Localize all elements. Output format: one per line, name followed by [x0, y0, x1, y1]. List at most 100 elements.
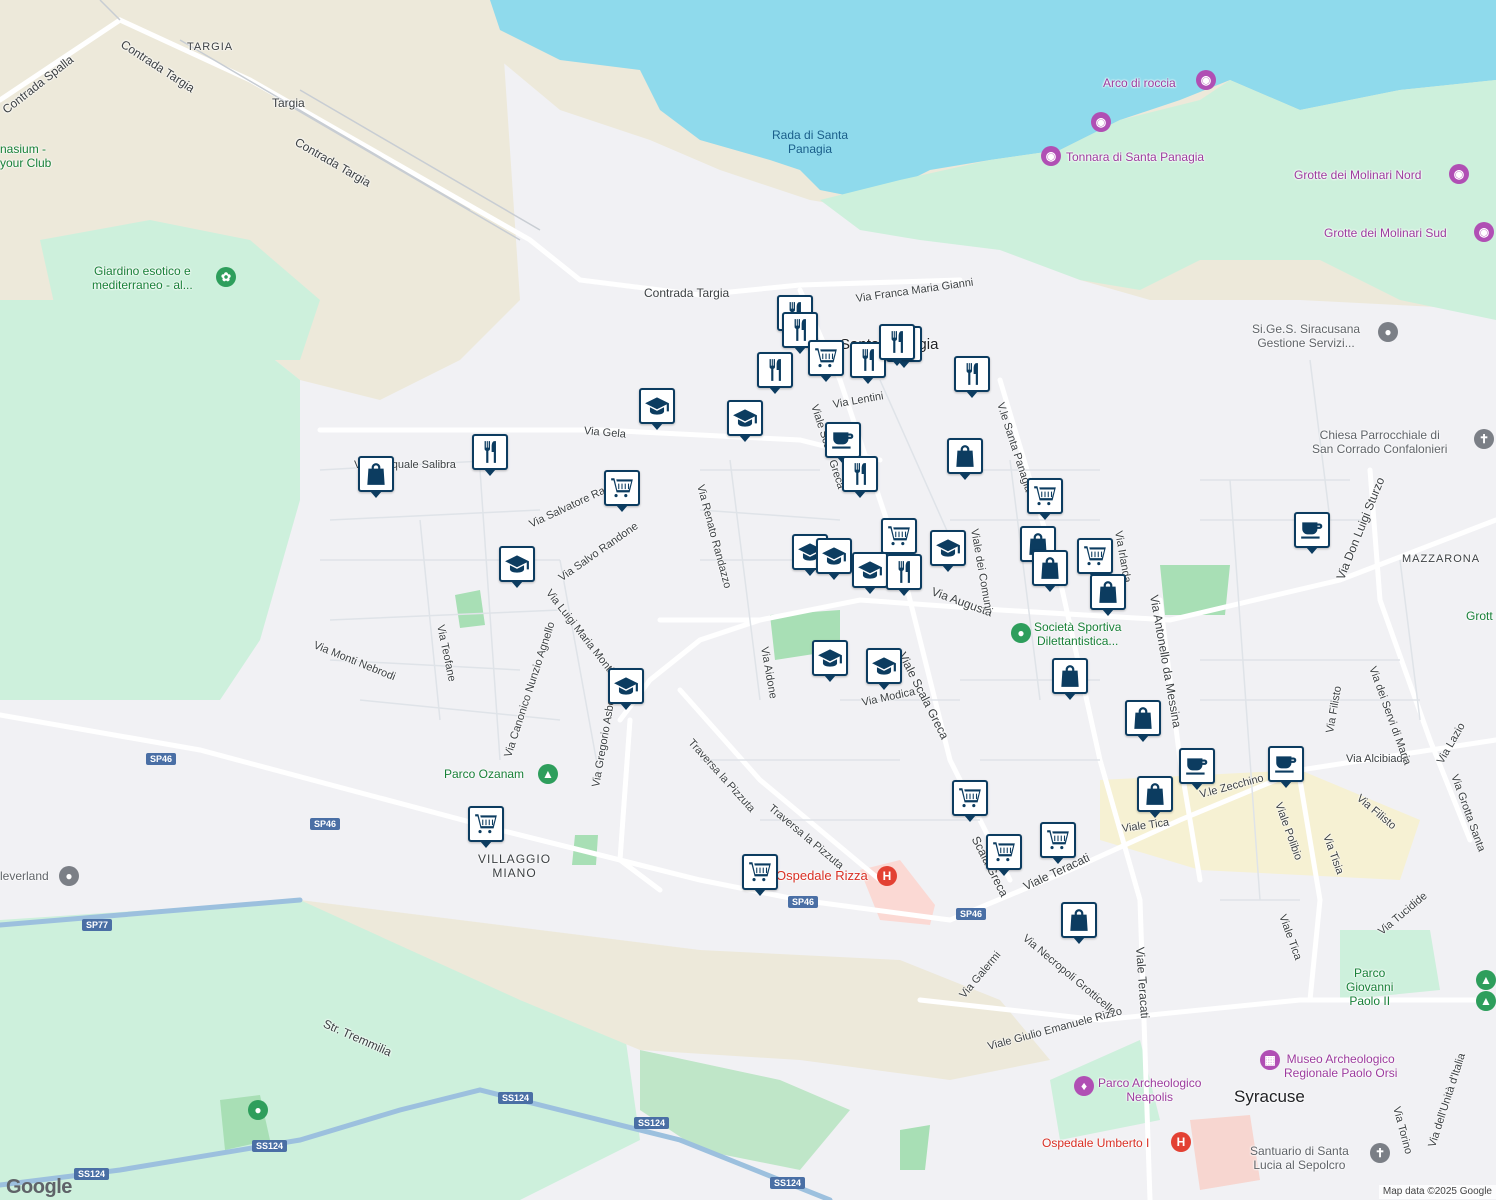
poi-label-grotte-nord[interactable]: Grotte dei Molinari Nord: [1294, 168, 1421, 182]
school-marker[interactable]: [852, 552, 888, 594]
grocery-marker[interactable]: [881, 518, 917, 560]
cafe-marker[interactable]: [1268, 746, 1304, 788]
church-poi-icon[interactable]: ✝: [1370, 1143, 1390, 1163]
restaurant-marker[interactable]: [954, 356, 990, 398]
grocery-icon: [813, 345, 839, 371]
poi-label-sige[interactable]: Si.Ge.S. Siracusana Gestione Servizi...: [1252, 322, 1360, 350]
school-marker[interactable]: [866, 648, 902, 690]
school-marker[interactable]: [812, 640, 848, 682]
grocery-marker[interactable]: [808, 340, 844, 382]
grocery-icon: [991, 839, 1017, 865]
district-label-villaggio: VILLAGGIO MIANO: [478, 852, 552, 880]
poi-label-parco-giovanni[interactable]: Parco Giovanni Paolo II: [1346, 966, 1393, 1008]
hospital-pin-icon[interactable]: H: [877, 866, 897, 886]
poi-label-parco-ozanam[interactable]: Parco Ozanam: [444, 767, 524, 781]
grocery-marker[interactable]: [742, 854, 778, 896]
grocery-icon: [473, 811, 499, 837]
poi-label-santuario[interactable]: Santuario di Santa Lucia al Sepolcro: [1250, 1144, 1349, 1172]
grocery-marker[interactable]: [1077, 538, 1113, 580]
poi-label-chiesa[interactable]: Chiesa Parrocchiale di San Corrado Confa…: [1312, 428, 1447, 456]
restaurant-icon: [847, 461, 873, 487]
cafe-marker[interactable]: [1294, 512, 1330, 554]
poi-label-giardino[interactable]: Giardino esotico e mediterraneo - al...: [92, 264, 193, 292]
shopping-marker[interactable]: [1137, 776, 1173, 818]
park-pin-icon[interactable]: ▲: [1476, 991, 1496, 1011]
google-logo: Google: [6, 1176, 72, 1198]
restaurant-marker[interactable]: [472, 434, 508, 476]
cafe-marker[interactable]: [825, 422, 861, 464]
business-poi-icon[interactable]: ●: [1378, 322, 1398, 342]
shopping-marker[interactable]: [1125, 700, 1161, 742]
route-shield-ss124: SS124: [770, 1177, 806, 1189]
museum-pin-icon[interactable]: ▦: [1260, 1050, 1280, 1070]
grocery-icon: [1045, 827, 1071, 853]
camera-poi-icon[interactable]: ◉: [1449, 164, 1469, 184]
school-marker[interactable]: [816, 538, 852, 580]
sports-poi-icon[interactable]: ●: [1011, 623, 1031, 643]
cafe-icon: [1184, 753, 1210, 779]
garden-pin-icon[interactable]: ✿: [216, 267, 236, 287]
grocery-marker[interactable]: [468, 806, 504, 848]
poi-label-neverland[interactable]: leverland: [0, 869, 49, 883]
school-marker[interactable]: [930, 530, 966, 572]
poi-label-ospedale-rizza[interactable]: Ospedale Rizza: [776, 869, 868, 883]
route-shield-sp46: SP46: [956, 908, 987, 920]
school-icon: [871, 653, 897, 679]
shopping-icon: [1057, 663, 1083, 689]
park-pin-icon[interactable]: ▲: [538, 764, 558, 784]
poi-label-ospedale-umberto[interactable]: Ospedale Umberto I: [1042, 1136, 1149, 1150]
poi-label-societa[interactable]: Società Sportiva Dilettantistica...: [1034, 620, 1121, 648]
poi-label-tonnara[interactable]: Tonnara di Santa Panagia: [1066, 150, 1204, 164]
landmark-pin-icon[interactable]: ♦: [1074, 1076, 1094, 1096]
shopping-marker[interactable]: [358, 456, 394, 498]
church-poi-icon[interactable]: ✝: [1474, 429, 1494, 449]
park-pin-icon[interactable]: ●: [248, 1100, 268, 1120]
map-canvas[interactable]: TARGIA Targia Contrada Spalla Contrada T…: [0, 0, 1496, 1200]
restaurant-marker[interactable]: [757, 352, 793, 394]
poi-label-arco[interactable]: Arco di roccia: [1103, 76, 1176, 90]
poi-label-museo[interactable]: Museo Archeologico Regionale Paolo Orsi: [1284, 1052, 1397, 1080]
shopping-marker[interactable]: [1052, 658, 1088, 700]
park-pin-icon[interactable]: ▲: [1476, 970, 1496, 990]
school-marker[interactable]: [608, 668, 644, 710]
cafe-marker[interactable]: [1179, 748, 1215, 790]
business-poi-icon[interactable]: ●: [59, 866, 79, 886]
grocery-marker[interactable]: [1040, 822, 1076, 864]
shopping-marker[interactable]: [1032, 550, 1068, 592]
shopping-marker[interactable]: [1090, 574, 1126, 616]
school-marker[interactable]: [639, 388, 675, 430]
camera-poi-icon[interactable]: ◉: [1041, 146, 1061, 166]
map-base-layer: [0, 0, 1496, 1200]
shopping-icon: [1066, 907, 1092, 933]
grocery-marker[interactable]: [986, 834, 1022, 876]
school-icon: [504, 551, 530, 577]
grocery-icon: [747, 859, 773, 885]
route-shield-sp77: SP77: [82, 919, 113, 931]
school-marker[interactable]: [727, 400, 763, 442]
map-attribution[interactable]: Map data ©2025 Google: [1378, 1185, 1496, 1199]
school-marker[interactable]: [499, 546, 535, 588]
poi-label-gymnasium[interactable]: nasium - your Club: [0, 142, 51, 170]
route-shield-ss124: SS124: [634, 1117, 670, 1129]
restaurant-marker[interactable]: [879, 324, 915, 366]
cafe-icon: [830, 427, 856, 453]
route-shield-sp46: SP46: [310, 818, 341, 830]
camera-poi-icon[interactable]: ◉: [1196, 70, 1216, 90]
district-label-targia: TARGIA: [187, 41, 234, 53]
shopping-marker[interactable]: [947, 438, 983, 480]
grocery-marker[interactable]: [1027, 478, 1063, 520]
restaurant-icon: [884, 329, 910, 355]
shopping-marker[interactable]: [1061, 902, 1097, 944]
poi-label-grott-edge[interactable]: Grott: [1466, 609, 1493, 623]
water-label-rada: Rada di Santa Panagia: [772, 128, 849, 156]
poi-label-grotte-sud[interactable]: Grotte dei Molinari Sud: [1324, 226, 1447, 240]
poi-label-parco-archeo[interactable]: Parco Archeologico Neapolis: [1098, 1076, 1201, 1104]
restaurant-marker[interactable]: [886, 554, 922, 596]
restaurant-marker[interactable]: [842, 456, 878, 498]
school-icon: [613, 673, 639, 699]
camera-poi-icon[interactable]: ◉: [1091, 112, 1111, 132]
grocery-marker[interactable]: [604, 470, 640, 512]
hospital-pin-icon[interactable]: H: [1171, 1132, 1191, 1152]
camera-poi-icon[interactable]: ◉: [1474, 222, 1494, 242]
grocery-marker[interactable]: [952, 780, 988, 822]
